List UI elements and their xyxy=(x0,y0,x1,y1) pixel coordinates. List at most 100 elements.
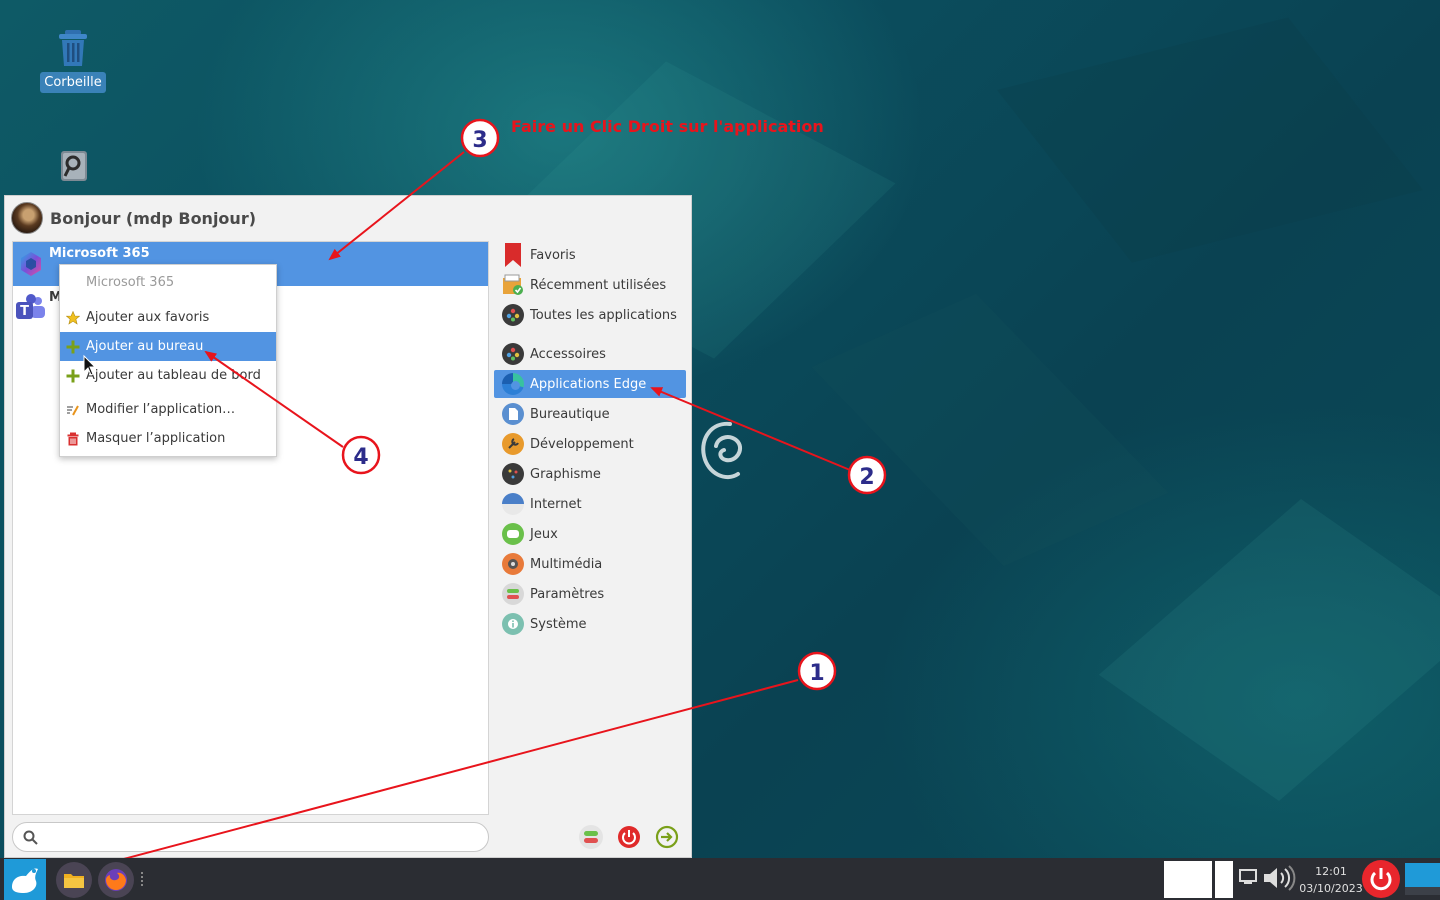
category-internet[interactable]: Internet xyxy=(494,490,686,518)
category-favoris[interactable]: Favoris xyxy=(494,241,686,269)
svg-text:T: T xyxy=(20,304,29,319)
plus-icon xyxy=(65,339,81,355)
bookmark-icon xyxy=(502,243,524,267)
edge-icon xyxy=(502,373,524,395)
menu-item-edit-application[interactable]: Modifier l’application… xyxy=(60,395,276,424)
accessories-icon xyxy=(502,343,524,365)
category-bureautique[interactable]: Bureautique xyxy=(494,400,686,428)
category-multimedia[interactable]: Multimédia xyxy=(494,550,686,578)
start-menu-button[interactable] xyxy=(4,859,46,900)
recent-icon xyxy=(502,274,524,296)
category-all-apps[interactable]: Toutes les applications xyxy=(494,301,686,329)
internet-icon xyxy=(502,493,524,515)
power-button[interactable] xyxy=(617,825,641,849)
menu-item-add-to-desktop[interactable]: Ajouter au bureau xyxy=(60,332,276,361)
network-icon[interactable] xyxy=(1238,867,1258,887)
menu-item-label: Ajouter aux favoris xyxy=(86,310,210,325)
firefox-launcher[interactable] xyxy=(98,862,134,898)
category-graphisme[interactable]: Graphisme xyxy=(494,460,686,488)
trash-icon xyxy=(59,30,87,66)
clock[interactable]: 12:01 03/10/2023 xyxy=(1298,863,1364,897)
menu-header: Bonjour (mdp Bonjour) xyxy=(11,202,257,234)
session-power-button[interactable] xyxy=(1362,860,1400,898)
category-label: Récemment utilisées xyxy=(530,277,667,293)
office-icon xyxy=(502,403,524,425)
category-applications-edge[interactable]: Applications Edge xyxy=(494,370,686,398)
logout-icon xyxy=(655,825,679,849)
context-menu: Microsoft 365 Ajouter aux favoris Ajoute… xyxy=(59,264,277,457)
menu-item-add-to-favorites[interactable]: Ajouter aux favoris xyxy=(60,303,276,332)
workspace-2[interactable] xyxy=(1215,861,1233,898)
menu-item-add-to-panel[interactable]: Ajouter au tableau de bord xyxy=(60,361,276,390)
search-input[interactable] xyxy=(45,827,475,847)
firefox-icon xyxy=(105,869,127,891)
edit-icon xyxy=(65,402,81,418)
plus-icon xyxy=(65,368,81,384)
settings-icon xyxy=(502,583,524,605)
microsoft-365-icon xyxy=(21,252,41,276)
category-label: Bureautique xyxy=(530,406,610,422)
all-apps-icon xyxy=(502,304,524,326)
category-label: Graphisme xyxy=(530,466,601,482)
menu-item-label: Modifier l’application… xyxy=(86,402,236,417)
menu-item-hide-application[interactable]: Masquer l’application xyxy=(60,424,276,453)
category-label: Toutes les applications xyxy=(530,307,677,323)
folder-icon xyxy=(64,874,84,888)
category-label: Internet xyxy=(530,496,582,512)
volume-icon[interactable] xyxy=(1262,864,1298,892)
category-label: Jeux xyxy=(530,526,558,542)
desktop-icon-trash[interactable]: Corbeille xyxy=(40,28,106,93)
wallpaper-shard xyxy=(1098,499,1440,801)
category-developpement[interactable]: Développement xyxy=(494,430,686,458)
delete-icon xyxy=(65,431,81,447)
category-jeux[interactable]: Jeux xyxy=(494,520,686,548)
taskbar: 12:01 03/10/2023 xyxy=(0,858,1440,900)
search-icon xyxy=(23,830,38,845)
wallpaper-shard xyxy=(997,17,1423,263)
menu-item-label: Ajouter au bureau xyxy=(86,339,204,354)
workspace-1[interactable] xyxy=(1164,861,1212,898)
settings-toggle-button[interactable] xyxy=(579,825,603,849)
show-desktop-button[interactable] xyxy=(1405,863,1440,895)
wallpaper-shard xyxy=(811,293,1169,567)
system-icon xyxy=(502,613,524,635)
category-label: Accessoires xyxy=(530,346,606,362)
app-name: Microsoft 365 xyxy=(49,246,150,261)
category-parametres[interactable]: Paramètres xyxy=(494,580,686,608)
desktop-icon-disk[interactable] xyxy=(60,150,88,182)
category-systeme[interactable]: Système xyxy=(494,610,686,638)
taskbar-separator xyxy=(141,872,144,886)
teams-icon: T xyxy=(16,294,45,319)
clock-time: 12:01 xyxy=(1315,865,1347,878)
debian-logo-icon xyxy=(701,421,743,480)
username: Bonjour (mdp Bonjour) xyxy=(50,208,257,228)
file-manager-launcher[interactable] xyxy=(56,862,92,898)
power-icon xyxy=(1370,868,1392,891)
multimedia-icon xyxy=(502,553,524,575)
category-accessoires[interactable]: Accessoires xyxy=(494,340,686,368)
logout-button[interactable] xyxy=(655,825,679,849)
clock-date: 03/10/2023 xyxy=(1299,882,1363,895)
avatar[interactable] xyxy=(11,202,43,234)
category-recent[interactable]: Récemment utilisées xyxy=(494,271,686,299)
power-icon xyxy=(618,826,640,848)
star-icon xyxy=(65,310,81,326)
desktop-icon-label: Corbeille xyxy=(40,72,106,93)
category-label: Multimédia xyxy=(530,556,603,572)
category-label: Applications Edge xyxy=(530,376,647,392)
category-label: Développement xyxy=(530,436,634,452)
menu-item-label: Masquer l’application xyxy=(86,431,226,446)
games-icon xyxy=(502,523,524,545)
category-label: Système xyxy=(530,616,587,632)
settings-toggle-icon xyxy=(584,831,598,843)
annotation-instruction: Faire un Clic Droit sur l'application xyxy=(511,117,824,136)
context-menu-title: Microsoft 365 xyxy=(86,275,175,290)
xfce-mouse-icon xyxy=(12,868,38,893)
category-label: Paramètres xyxy=(530,586,605,602)
graphics-icon xyxy=(502,463,524,485)
category-label: Favoris xyxy=(530,247,576,263)
search-box xyxy=(12,822,489,852)
development-icon xyxy=(502,433,524,455)
disk-search-icon xyxy=(61,151,87,181)
menu-item-label: Ajouter au tableau de bord xyxy=(86,368,261,383)
